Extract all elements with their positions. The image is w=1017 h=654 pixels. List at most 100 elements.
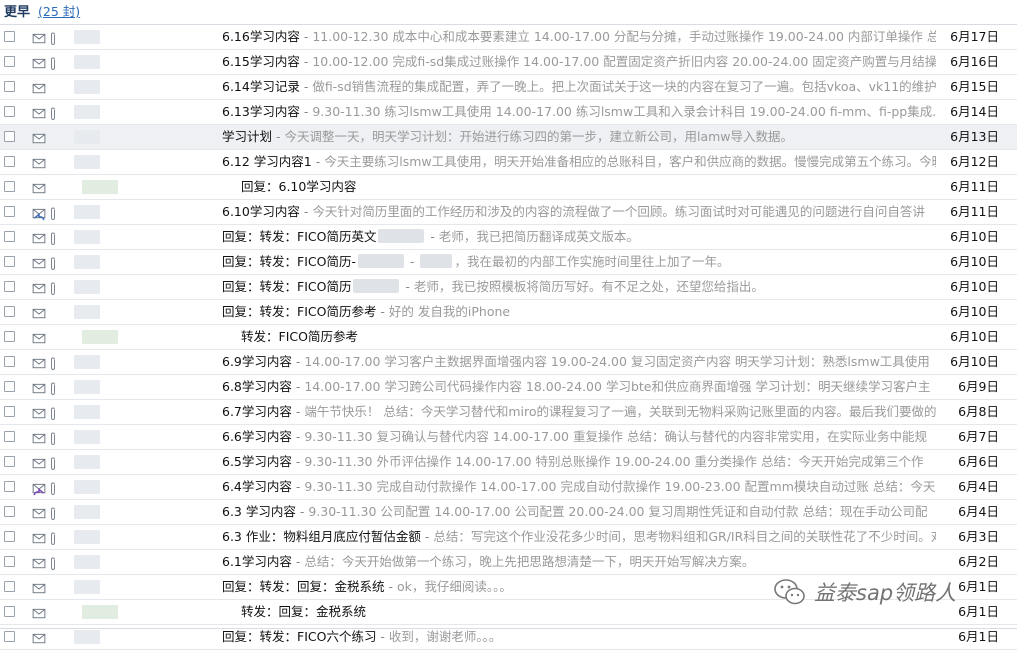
mail-subject: 回复：转发：FICO简历英文 [222, 229, 377, 244]
subject-line[interactable]: 回复：转发：FICO简历- - ，我在最初的内部工作实施时间里往上加了一年。 [222, 250, 936, 274]
row-checkbox[interactable] [4, 431, 15, 442]
group-count-link[interactable]: (25 封) [38, 4, 80, 19]
row-checkbox[interactable] [4, 31, 15, 42]
row-checkbox[interactable] [4, 331, 15, 342]
mail-row[interactable]: 6.3 作业：物料组月底应付暂估金额 - 总结：写完这个作业没花多少时间，思考物… [0, 525, 1017, 550]
attachment-icon [49, 280, 57, 296]
mail-row[interactable]: 6.15学习内容 - 10.00-12.00 完成fi-sd集成过账操作 14.… [0, 50, 1017, 75]
row-checkbox[interactable] [4, 81, 15, 92]
mail-row[interactable]: 6.7学习内容 - 端午节快乐！ 总结：今天学习替代和miro的课程复习了一遍，… [0, 400, 1017, 425]
row-checkbox[interactable] [4, 206, 15, 217]
sender-redacted [74, 580, 100, 594]
separator: - [291, 429, 305, 444]
row-checkbox[interactable] [4, 456, 15, 467]
row-checkbox[interactable] [4, 181, 15, 192]
row-checkbox[interactable] [4, 406, 15, 417]
subject-line[interactable]: 6.7学习内容 - 端午节快乐！ 总结：今天学习替代和miro的课程复习了一遍，… [222, 400, 936, 424]
row-checkbox[interactable] [4, 131, 15, 142]
subject-line[interactable]: 6.14学习记录 - 做fi-sd销售流程的集成配置，弄了一晚上。把上次面试关于… [222, 75, 936, 99]
subject-line[interactable]: 回复：转发：FICO简历 - 老师，我已按照模板将简历写好。有不足之处，还望您给… [222, 275, 936, 299]
subject-line[interactable]: 转发：FICO简历参考 [241, 325, 936, 349]
row-checkbox[interactable] [4, 256, 15, 267]
mail-row[interactable]: 回复：转发：FICO简历参考 - 好的 发自我的iPhone 6月10日 [0, 300, 1017, 325]
mail-date: 6月10日 [950, 354, 999, 369]
envelope-icon [32, 405, 46, 419]
mail-preview: 9.30-11.30 完成自动付款操作 14.00-17.00 完成自动付款操作… [304, 479, 936, 494]
row-checkbox[interactable] [4, 581, 15, 592]
attachment-icon [49, 430, 57, 446]
sender-redacted [74, 530, 100, 544]
subject-line[interactable]: 回复：转发：FICO简历英文 - 老师，我已把简历翻译成英文版本。 [222, 225, 936, 249]
row-checkbox[interactable] [4, 306, 15, 317]
watermark: 益泰sap领路人 [772, 570, 982, 614]
mail-row[interactable]: 6.16学习内容 - 11.00-12.30 成本中心和成本要素建立 14.00… [0, 25, 1017, 50]
row-checkbox[interactable] [4, 481, 15, 492]
envelope-icon [32, 305, 46, 319]
mail-row[interactable]: 回复：6.10学习内容 6月11日 [0, 175, 1017, 200]
subject-line[interactable]: 学习计划 - 今天调整一天，明天学习计划：开始进行练习四的第一步，建立新公司，用… [222, 125, 936, 149]
envelope-icon [32, 555, 46, 569]
mail-row[interactable]: 6.6学习内容 - 9.30-11.30 复习确认与替代内容 14.00-17.… [0, 425, 1017, 450]
subject-line[interactable]: 6.4学习内容 - 9.30-11.30 完成自动付款操作 14.00-17.0… [222, 475, 936, 499]
mail-row[interactable]: 学习计划 - 今天调整一天，明天学习计划：开始进行练习四的第一步，建立新公司，用… [0, 125, 1017, 150]
mail-subject: 6.6学习内容 [222, 429, 292, 444]
row-checkbox[interactable] [4, 531, 15, 542]
subject-line[interactable]: 6.3 学习内容 - 9.30-11.30 公司配置 14.00-17.00 公… [222, 500, 936, 524]
mail-row[interactable]: 6.12 学习内容1 - 今天主要练习lsmw工具使用，明天开始准备相应的总账科… [0, 150, 1017, 175]
row-checkbox[interactable] [4, 281, 15, 292]
envelope-icon [32, 255, 46, 269]
mail-row[interactable]: 6.13学习内容 - 9.30-11.30 练习lsmw工具使用 14.00-1… [0, 100, 1017, 125]
mail-row[interactable]: 回复：转发：FICO简历英文 - 老师，我已把简历翻译成英文版本。 6月10日 [0, 225, 1017, 250]
watermark-text: 益泰sap领路人 [814, 581, 957, 605]
mail-row[interactable]: 6.10学习内容 - 今天针对简历里面的工作经历和涉及的内容的流程做了一个回顾。… [0, 200, 1017, 225]
mail-subject: 学习计划 [222, 129, 273, 144]
sender-redacted [74, 305, 100, 319]
mail-row[interactable]: 6.4学习内容 - 9.30-11.30 完成自动付款操作 14.00-17.0… [0, 475, 1017, 500]
row-checkbox[interactable] [4, 556, 15, 567]
row-checkbox[interactable] [4, 156, 15, 167]
subject-line[interactable]: 6.10学习内容 - 今天针对简历里面的工作经历和涉及的内容的流程做了一个回顾。… [222, 200, 936, 224]
mail-row[interactable]: 回复：转发：FICO简历- - ，我在最初的内部工作实施时间里往上加了一年。 6月… [0, 250, 1017, 275]
subject-line[interactable]: 6.6学习内容 - 9.30-11.30 复习确认与替代内容 14.00-17.… [222, 425, 936, 449]
sender-redacted [82, 180, 118, 194]
subject-line[interactable]: 6.13学习内容 - 9.30-11.30 练习lsmw工具使用 14.00-1… [222, 100, 936, 124]
sender-redacted [74, 205, 100, 219]
attachment-icon [49, 230, 57, 246]
subject-line[interactable]: 6.9学习内容 - 14.00-17.00 学习客户主数据界面增强内容 19.0… [222, 350, 936, 374]
redacted-text [357, 254, 404, 268]
row-checkbox[interactable] [4, 231, 15, 242]
subject-line[interactable]: 6.8学习内容 - 14.00-17.00 学习跨公司代码操作内容 18.00-… [222, 375, 936, 399]
mail-row[interactable]: 转发：FICO简历参考 6月10日 [0, 325, 1017, 350]
row-checkbox[interactable] [4, 381, 15, 392]
mail-date: 6月7日 [958, 429, 999, 444]
sender-redacted [74, 555, 100, 569]
subject-line[interactable]: 6.15学习内容 - 10.00-12.00 完成fi-sd集成过账操作 14.… [222, 50, 936, 74]
attachment-icon [49, 355, 57, 371]
mail-date: 6月10日 [950, 279, 999, 294]
mail-row[interactable]: 6.3 学习内容 - 9.30-11.30 公司配置 14.00-17.00 公… [0, 500, 1017, 525]
mail-row[interactable]: 6.5学习内容 - 9.30-11.30 外币评估操作 14.00-17.00 … [0, 450, 1017, 475]
subject-line[interactable]: 6.16学习内容 - 11.00-12.30 成本中心和成本要素建立 14.00… [222, 25, 936, 49]
mail-row[interactable]: 6.14学习记录 - 做fi-sd销售流程的集成配置，弄了一晚上。把上次面试关于… [0, 75, 1017, 100]
mail-subject: 6.4学习内容 [222, 479, 292, 494]
subject-line[interactable]: 6.3 作业：物料组月底应付暂估金额 - 总结：写完这个作业没花多少时间，思考物… [222, 525, 936, 549]
subject-line[interactable]: 6.5学习内容 - 9.30-11.30 外币评估操作 14.00-17.00 … [222, 450, 936, 474]
subject-line[interactable]: 6.12 学习内容1 - 今天主要练习lsmw工具使用，明天开始准备相应的总账科… [222, 150, 936, 174]
row-checkbox[interactable] [4, 606, 15, 617]
mail-row[interactable]: 回复：转发：FICO简历 - 老师，我已按照模板将简历写好。有不足之处，还望您给… [0, 275, 1017, 300]
row-checkbox[interactable] [4, 106, 15, 117]
mail-date: 6月4日 [958, 504, 999, 519]
mail-date: 6月10日 [950, 229, 999, 244]
row-checkbox[interactable] [4, 356, 15, 367]
subject-line[interactable]: 回复：转发：FICO简历参考 - 好的 发自我的iPhone [222, 300, 936, 324]
group-header: 更早 (25 封) [0, 0, 1017, 25]
subject-line[interactable]: 回复：6.10学习内容 [241, 175, 936, 199]
attachment-icon [49, 380, 57, 396]
mail-row[interactable]: 6.8学习内容 - 14.00-17.00 学习跨公司代码操作内容 18.00-… [0, 375, 1017, 400]
mail-row[interactable]: 6.9学习内容 - 14.00-17.00 学习客户主数据界面增强内容 19.0… [0, 350, 1017, 375]
envelope-icon [32, 380, 46, 394]
row-checkbox[interactable] [4, 56, 15, 67]
separator: - [291, 379, 305, 394]
mail-subject: 6.3 学习内容 [222, 504, 296, 519]
row-checkbox[interactable] [4, 506, 15, 517]
